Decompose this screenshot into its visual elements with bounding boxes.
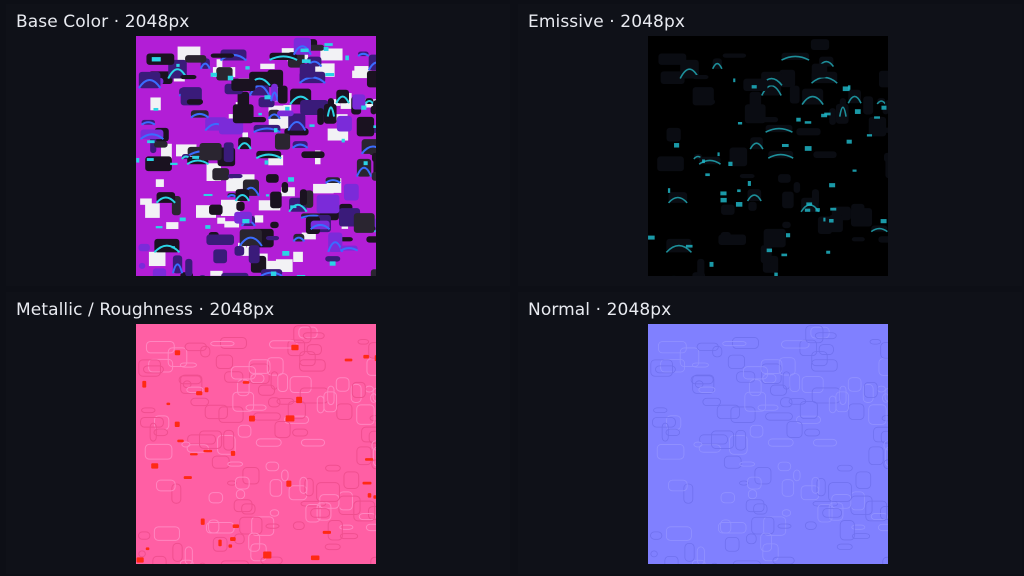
emissive-image: [648, 36, 888, 276]
metallic-roughness-texture[interactable]: [136, 324, 376, 564]
metallic-roughness-label: Metallic / Roughness · 2048px: [16, 300, 275, 320]
normal-texture[interactable]: [648, 324, 888, 564]
base-color-texture[interactable]: [136, 36, 376, 276]
normal-label: Normal · 2048px: [528, 300, 672, 320]
normal-panel: Normal · 2048px: [518, 292, 1022, 574]
metallic-roughness-image: [136, 324, 376, 564]
emissive-label: Emissive · 2048px: [528, 12, 686, 32]
emissive-texture[interactable]: [648, 36, 888, 276]
texture-grid: Base Color · 2048px Emissive · 2048px Me…: [0, 0, 1024, 576]
base-color-label: Base Color · 2048px: [16, 12, 190, 32]
normal-image: [648, 324, 888, 564]
emissive-panel: Emissive · 2048px: [518, 4, 1022, 286]
metallic-roughness-panel: Metallic / Roughness · 2048px: [6, 292, 510, 574]
base-color-image: [136, 36, 376, 276]
base-color-panel: Base Color · 2048px: [6, 4, 510, 286]
